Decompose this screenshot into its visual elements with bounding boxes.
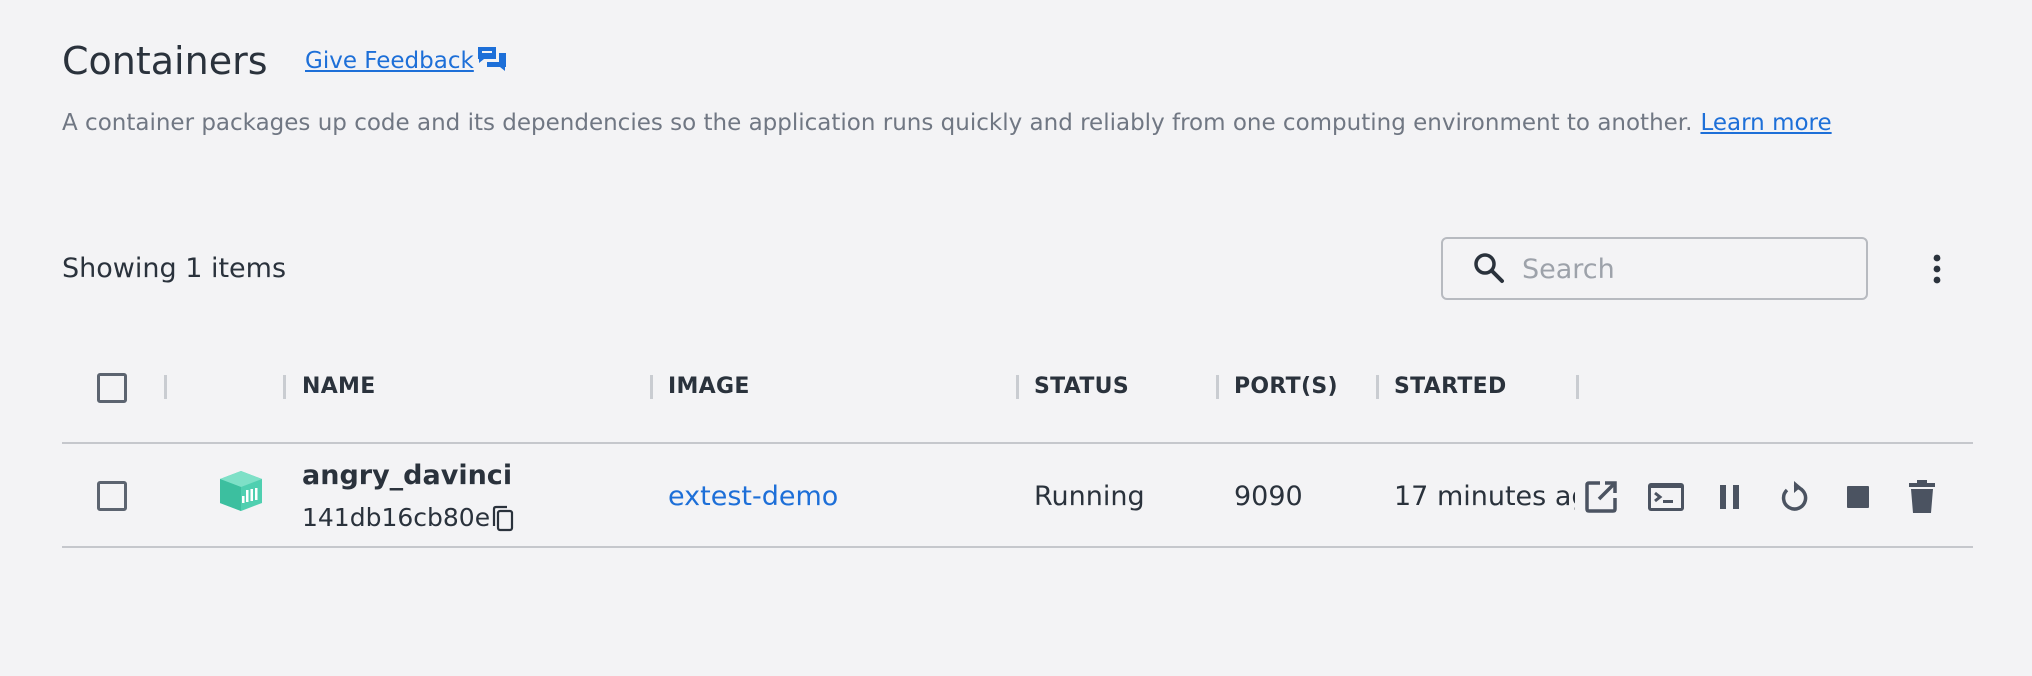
column-divider[interactable]	[1216, 375, 1219, 399]
column-header-status[interactable]: STATUS	[1034, 372, 1129, 402]
give-feedback-link[interactable]: Give Feedback	[305, 46, 474, 76]
learn-more-link[interactable]: Learn more	[1700, 110, 1831, 136]
column-divider[interactable]	[283, 375, 286, 399]
search-input[interactable]	[1522, 247, 1852, 291]
column-divider[interactable]	[164, 375, 167, 399]
column-divider[interactable]	[1016, 375, 1019, 399]
restart-icon[interactable]	[1774, 478, 1814, 516]
table-row-divider	[62, 546, 1973, 548]
chat-bubbles-icon[interactable]	[476, 44, 508, 76]
column-header-image[interactable]: IMAGE	[668, 372, 750, 402]
container-status: Running	[1034, 481, 1145, 512]
column-header-started[interactable]: STARTED	[1394, 372, 1507, 402]
description-text: A container packages up code and its dep…	[62, 110, 1693, 136]
stop-icon[interactable]	[1838, 478, 1878, 516]
kebab-menu-icon[interactable]	[1922, 252, 1952, 286]
container-started: 17 minutes ago	[1394, 481, 1575, 512]
delete-icon[interactable]	[1902, 478, 1942, 516]
copy-icon[interactable]	[491, 505, 515, 533]
page-title: Containers	[62, 39, 268, 83]
container-image-link[interactable]: extest-demo	[668, 480, 838, 514]
terminal-icon[interactable]	[1646, 478, 1686, 516]
container-port: 9090	[1234, 481, 1303, 512]
column-divider[interactable]	[1576, 375, 1579, 399]
column-divider[interactable]	[650, 375, 653, 399]
item-count: Showing 1 items	[62, 253, 287, 284]
container-name[interactable]: angry_davinci	[302, 459, 512, 493]
column-header-name[interactable]: NAME	[302, 372, 376, 402]
column-divider[interactable]	[1376, 375, 1379, 399]
container-id: 141db16cb80e	[302, 503, 491, 532]
page-description: A container packages up code and its dep…	[62, 108, 1832, 138]
table-header-divider	[62, 442, 1973, 444]
pause-icon[interactable]	[1710, 478, 1750, 516]
container-icon	[218, 470, 264, 512]
select-all-checkbox[interactable]	[97, 373, 127, 403]
column-header-ports[interactable]: PORT(S)	[1234, 372, 1338, 402]
open-in-browser-icon[interactable]	[1582, 478, 1622, 516]
search-icon	[1472, 251, 1506, 285]
row-checkbox[interactable]	[97, 481, 127, 511]
